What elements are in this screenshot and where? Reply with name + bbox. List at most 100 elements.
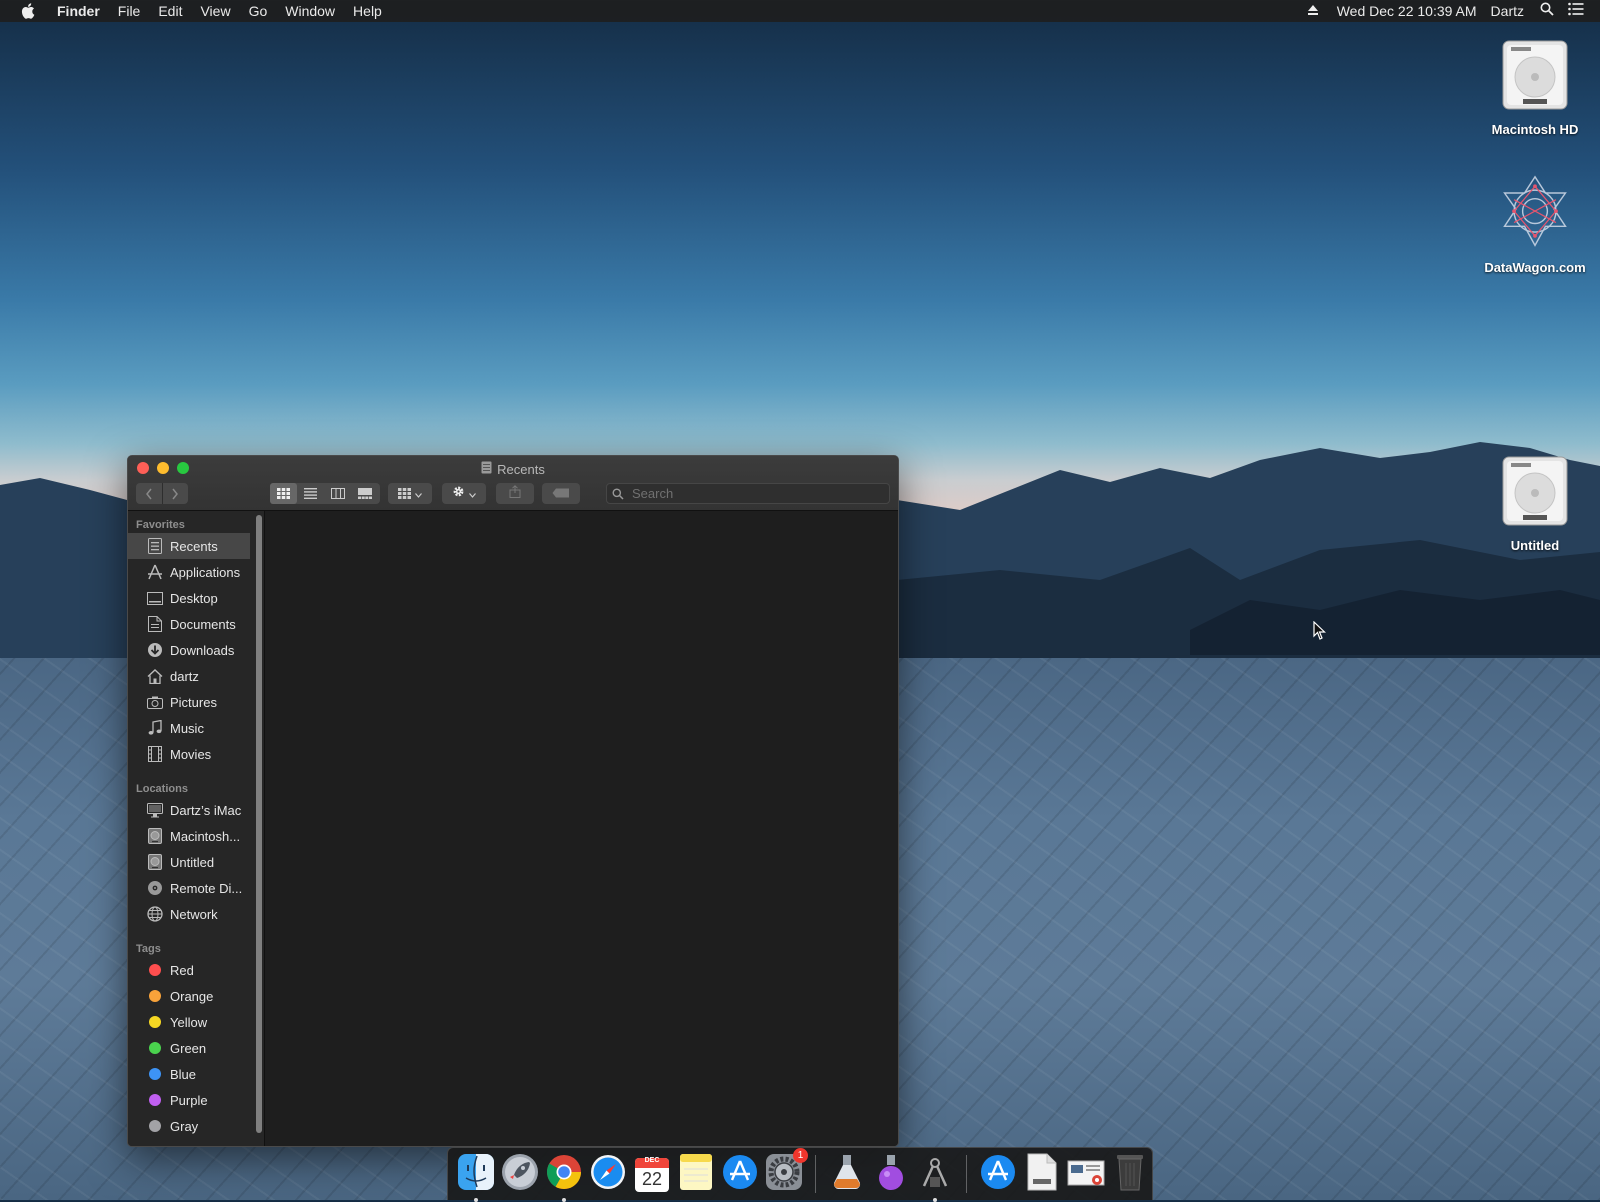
sidebar-item-music[interactable]: Music (128, 715, 264, 741)
tags-button[interactable] (542, 483, 580, 504)
dock-notes[interactable] (676, 1153, 716, 1196)
sidebar-tag-yellow[interactable]: Yellow (128, 1009, 264, 1035)
forward-button[interactable] (163, 483, 189, 504)
menu-clock[interactable]: Wed Dec 22 10:39 AM (1325, 0, 1483, 22)
sidebar-item-network[interactable]: Network (128, 901, 264, 927)
dock-trash[interactable] (1110, 1154, 1150, 1194)
dock-app-store-folder[interactable] (978, 1154, 1018, 1194)
notification-center-icon[interactable] (1560, 0, 1600, 22)
share-button[interactable] (496, 483, 534, 504)
sidebar-item-label: Music (170, 720, 204, 736)
camera-icon (146, 693, 164, 711)
compass-icon (589, 1153, 627, 1196)
menu-edit[interactable]: Edit (149, 0, 191, 22)
desktop-icon-datawagon[interactable]: DataWagon.com (1480, 170, 1590, 275)
dock-separator (966, 1155, 967, 1193)
desktop-icon-untitled[interactable]: Untitled (1480, 448, 1590, 553)
sidebar-item-applications[interactable]: Applications (128, 559, 264, 585)
gallery-view-button[interactable] (351, 483, 378, 504)
column-view-button[interactable] (324, 483, 351, 504)
disk-icon (146, 827, 164, 845)
sidebar-item-documents[interactable]: Documents (128, 611, 264, 637)
chevron-down-icon (415, 485, 422, 503)
disk-icon (146, 853, 164, 871)
menu-window[interactable]: Window (276, 0, 344, 22)
search-input[interactable] (630, 485, 874, 502)
sidebar-item-label: Pictures (170, 694, 217, 710)
sidebar-item-label: Purple (170, 1092, 208, 1108)
dock-launchpad[interactable] (500, 1153, 540, 1194)
menu-file[interactable]: File (109, 0, 150, 22)
remote-disc-icon (146, 879, 164, 897)
calendar-day: 22 (641, 1169, 663, 1189)
sidebar-item-label: Yellow (170, 1014, 208, 1030)
icon-view-button[interactable] (270, 483, 297, 504)
installer-flask-icon (872, 1153, 910, 1196)
sidebar-tag-gray[interactable]: Gray (128, 1113, 264, 1139)
calendar-month: DEC (644, 1157, 660, 1164)
screenshot-stack-icon (1066, 1155, 1106, 1194)
section-locations: Locations (136, 783, 188, 795)
dock-document[interactable] (1022, 1153, 1062, 1196)
sidebar-item-untitled[interactable]: Untitled (128, 849, 264, 875)
section-favorites: Favorites (136, 519, 185, 531)
dock-separator (815, 1155, 816, 1193)
eject-icon[interactable] (1301, 0, 1325, 22)
menu-help[interactable]: Help (344, 0, 391, 22)
back-button[interactable] (136, 483, 163, 504)
group-by-button[interactable] (388, 483, 432, 504)
film-icon (146, 745, 164, 763)
sidebar-item-label: Orange (170, 988, 214, 1004)
dock-system-preferences[interactable]: 1 (764, 1148, 808, 1194)
finder-titlebar[interactable]: Recents (128, 456, 898, 511)
finder-content-area[interactable] (265, 511, 898, 1146)
sidebar-tag-blue[interactable]: Blue (128, 1061, 264, 1087)
dock-installer-1[interactable] (827, 1154, 867, 1194)
sidebar-item-imac[interactable]: Dartz’s iMac (128, 797, 264, 823)
notes-icon (679, 1153, 713, 1196)
tag-color-dot (149, 1016, 161, 1028)
dock-chrome[interactable] (544, 1154, 584, 1202)
apple-logo-icon[interactable] (14, 3, 42, 19)
menu-go[interactable]: Go (240, 0, 277, 22)
document-icon (1027, 1153, 1057, 1196)
sidebar-item-remote-disc[interactable]: Remote Di... (128, 875, 264, 901)
action-menu-button[interactable] (442, 483, 486, 504)
desktop-icon-macintosh-hd[interactable]: Macintosh HD (1480, 32, 1590, 137)
dock-utility[interactable] (915, 1154, 955, 1202)
section-tags: Tags (136, 943, 161, 955)
dock: DEC 22 1 (447, 1147, 1153, 1202)
sidebar-tag-red[interactable]: Red (128, 957, 264, 983)
sidebar-tag-orange[interactable]: Orange (128, 983, 264, 1009)
installer-flask-icon (828, 1153, 866, 1196)
menu-view[interactable]: View (191, 0, 239, 22)
sidebar-tag-green[interactable]: Green (128, 1035, 264, 1061)
dock-downloads-stack[interactable] (1066, 1154, 1106, 1194)
menu-user[interactable]: Dartz (1483, 0, 1530, 22)
sidebar-scrollbar[interactable] (256, 515, 262, 1133)
spotlight-search-icon[interactable] (1530, 0, 1560, 22)
search-field[interactable] (606, 483, 890, 504)
sidebar-item-pictures[interactable]: Pictures (128, 689, 264, 715)
tag-color-dot (149, 1094, 161, 1106)
sidebar-item-movies[interactable]: Movies (128, 741, 264, 767)
dock-installer-2[interactable] (871, 1154, 911, 1194)
dock-safari[interactable] (588, 1154, 628, 1194)
notification-badge: 1 (793, 1148, 808, 1163)
menu-bar: Finder File Edit View Go Window Help Wed… (0, 0, 1600, 22)
sidebar-item-home[interactable]: dartz (128, 663, 264, 689)
desktop-icon-label: Untitled (1510, 538, 1560, 553)
sidebar-item-label: Desktop (170, 590, 218, 606)
dock-calendar[interactable]: DEC 22 (632, 1154, 672, 1194)
sidebar-item-recents[interactable]: Recents (128, 533, 250, 559)
list-view-button[interactable] (297, 483, 324, 504)
sidebar-item-desktop[interactable]: Desktop (128, 585, 264, 611)
sidebar-item-downloads[interactable]: Downloads (128, 637, 264, 663)
dock-app-store[interactable] (720, 1154, 760, 1194)
app-store-icon (721, 1153, 759, 1196)
sidebar-item-label: Green (170, 1040, 207, 1056)
sidebar-item-macintosh-hd[interactable]: Macintosh... (128, 823, 264, 849)
sidebar-tag-purple[interactable]: Purple (128, 1087, 264, 1113)
menu-app-name[interactable]: Finder (48, 0, 109, 22)
dock-finder[interactable] (456, 1153, 496, 1202)
